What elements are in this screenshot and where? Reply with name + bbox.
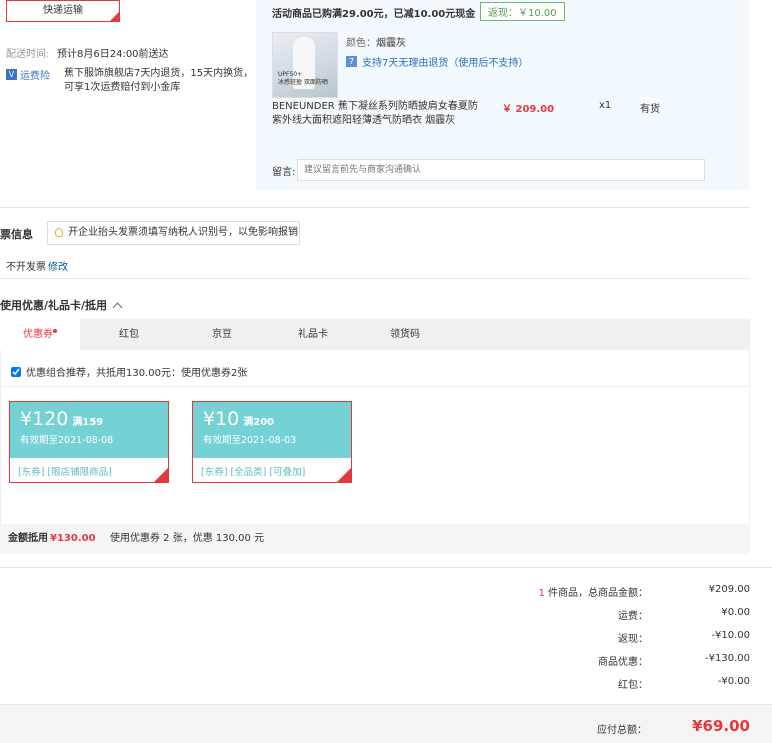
product-quantity: x1 [599, 100, 612, 111]
coupon-tags: [东券] [限店铺限商品] [10, 458, 168, 484]
goods-amount: ¥209.00 [708, 584, 750, 595]
coupon-card[interactable]: ¥120 满159 有效期至2021-08-08 [东券] [限店铺限商品] [9, 401, 169, 483]
shipping-method-button[interactable]: 快递运输 [6, 0, 120, 22]
thumbnail-caption: UPF50+ 冰感轻盈 双面防晒 [278, 71, 328, 87]
freight-value: ¥0.00 [721, 607, 750, 618]
combo-checkbox[interactable] [11, 366, 21, 377]
color-label: 颜色： [346, 38, 376, 49]
invoice-title: 票信息 [0, 228, 33, 241]
color-value: 烟霾灰 [376, 38, 406, 49]
coupon-tag: [可叠加] [269, 467, 306, 478]
discount-section-header[interactable]: 使用优惠/礼品卡/抵用 [0, 297, 123, 313]
coupon-card-face: ¥10 满200 有效期至2021-08-03 [193, 402, 351, 458]
coupon-amount: ¥10 [203, 408, 240, 430]
section-divider [0, 567, 772, 568]
coupon-tag: [限店铺限商品] [47, 467, 112, 478]
freight-label: 运费： [618, 611, 648, 622]
coupon-expiry: 有效期至2021-08-08 [20, 435, 114, 446]
selected-corner-icon [110, 12, 119, 21]
chevron-up-icon [112, 302, 123, 312]
tab-redeem-code[interactable]: 领货码 [375, 319, 435, 350]
product-color: 颜色：烟霾灰 [346, 34, 406, 49]
rebate-badge: 返现：￥10.00 [480, 2, 565, 21]
discount-summary-detail: 使用优惠券 2 张，优惠 130.00 元 [110, 533, 265, 544]
goods-count-label: 1 件商品，总商品金额： [538, 584, 648, 599]
redpack-value: -¥0.00 [717, 676, 750, 687]
section-divider [0, 386, 750, 387]
discount-summary-amount: ¥130.00 [50, 533, 96, 544]
coupon-condition: 满159 [72, 417, 104, 428]
tab-jingdou[interactable]: 京豆 [192, 319, 252, 350]
coupon-expiry: 有效期至2021-08-03 [203, 435, 297, 446]
insurance-badge[interactable]: V 运费险 [6, 67, 50, 82]
coupon-card-face: ¥120 满159 有效期至2021-08-08 [10, 402, 168, 458]
invoice-status: 不开发票 [6, 262, 46, 273]
coupon-discount-label: 商品优惠： [598, 657, 648, 668]
payable-label: 应付总额： [597, 725, 647, 736]
invoice-edit-link[interactable]: 修改 [48, 258, 68, 273]
delivery-time-label: 配送时间: [6, 49, 50, 60]
goods-amount-label: 件商品，总商品金额： [544, 588, 648, 599]
insurance-text-line-2: 可享1次运费赔付到小金库 [64, 82, 181, 93]
combo-recommend[interactable]: 优惠组合推荐，共抵用130.00元：使用优惠券2张 [11, 364, 247, 379]
tab-coupons[interactable]: 优惠券 [0, 319, 80, 350]
section-divider [0, 207, 750, 208]
shipping-method-label: 快递运输 [43, 5, 83, 16]
product-thumbnail[interactable]: UPF50+ 冰感轻盈 双面防晒 [272, 32, 338, 98]
return-policy: 7 支持7天无理由退货（使用后不支持） [346, 54, 528, 69]
shield-icon: V [6, 69, 17, 80]
rebate-value: -¥10.00 [711, 630, 750, 641]
discount-title: 使用优惠/礼品卡/抵用 [0, 299, 108, 312]
coupon-tag: [全品类] [230, 467, 267, 478]
tab-redpack[interactable]: 红包 [99, 319, 159, 350]
tab-giftcard[interactable]: 礼品卡 [283, 319, 343, 350]
thumbnail-caption-2: 冰感轻盈 双面防晒 [278, 79, 328, 86]
note-label: 留言: [272, 167, 296, 178]
product-stock: 有货 [640, 104, 660, 115]
coupon-amount: ¥120 [20, 408, 69, 430]
combo-label: 优惠组合推荐，共抵用130.00元：使用优惠券2张 [26, 368, 248, 379]
coupon-tags: [东券] [全品类] [可叠加] [193, 458, 351, 484]
delivery-time-value: 预计8月6日24:00前送达 [57, 49, 169, 60]
selected-check-icon [154, 468, 168, 482]
product-title[interactable]: BENEUNDER 蕉下凝丝系列防晒披肩女春夏防 紫外线大面积遮阳轻薄透气防晒衣… [272, 100, 478, 128]
product-title-line-2: 紫外线大面积遮阳轻薄透气防晒衣 烟霾灰 [272, 115, 456, 126]
invoice-tip: 开企业抬头发票须填写纳税人识别号，以免影响报销 [47, 221, 300, 245]
tab-coupons-label: 优惠券 [23, 329, 53, 340]
discount-summary-label: 金额抵用 [8, 533, 48, 544]
insurance-description: 蕉下服饰旗舰店7天内退货，15天内换货， 可享1次运费赔付到小金库 [64, 67, 253, 95]
promo-text: 活动商品已购满29.00元，已减10.00元现金 [272, 9, 476, 20]
thumbnail-caption-1: UPF50+ [278, 71, 303, 78]
lightbulb-icon [55, 228, 63, 237]
red-dot-icon [53, 329, 57, 333]
note-input[interactable] [297, 159, 705, 181]
coupon-tag: [东券] [201, 467, 228, 478]
insurance-text-line-1: 蕉下服饰旗舰店7天内退货，15天内换货， [64, 68, 254, 79]
payable-amount: ¥69.00 [692, 717, 750, 735]
section-divider [0, 278, 750, 279]
rebate-label: 返现： [618, 634, 648, 645]
product-price: ￥ 209.00 [502, 104, 555, 115]
selected-check-icon [337, 468, 351, 482]
discount-summary: 金额抵用 ¥130.00 使用优惠券 2 张，优惠 130.00 元 [0, 524, 750, 554]
invoice-tip-text: 开企业抬头发票须填写纳税人识别号，以免影响报销 [68, 227, 298, 238]
return-policy-text: 支持7天无理由退货（使用后不支持） [362, 58, 529, 69]
product-title-line-1: BENEUNDER 蕉下凝丝系列防晒披肩女春夏防 [272, 101, 478, 112]
coupon-card[interactable]: ¥10 满200 有效期至2021-08-03 [东券] [全品类] [可叠加] [192, 401, 352, 483]
redpack-label: 红包： [618, 680, 648, 691]
insurance-badge-label: 运费险 [20, 71, 50, 82]
coupon-discount-value: -¥130.00 [705, 653, 750, 664]
return-7day-icon: 7 [346, 56, 357, 67]
coupon-condition: 满200 [243, 417, 275, 428]
coupon-tag: [东券] [18, 467, 45, 478]
payable-bar: 应付总额： ¥69.00 [0, 704, 772, 743]
